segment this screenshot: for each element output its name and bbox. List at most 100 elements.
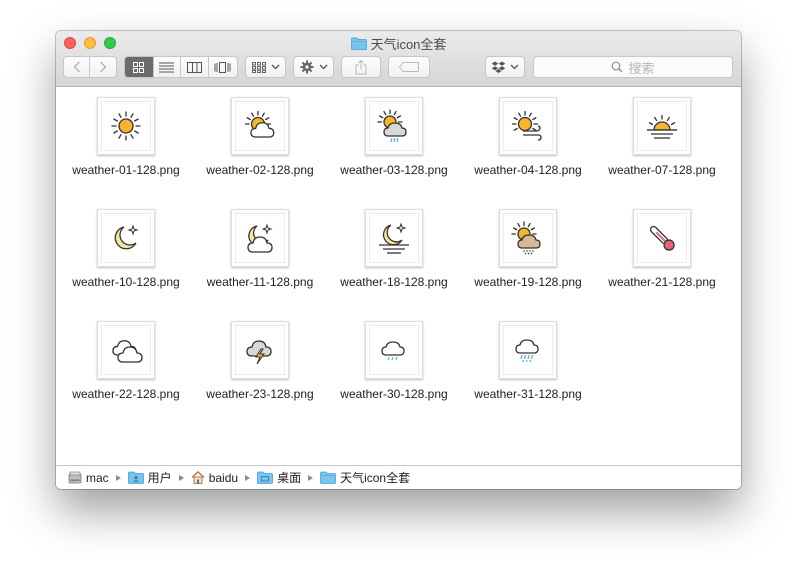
share-icon xyxy=(355,59,367,74)
file-thumbnail[interactable] xyxy=(231,209,289,267)
file-item[interactable]: weather-18-128.png xyxy=(332,209,456,288)
path-item[interactable]: baidu xyxy=(191,471,238,485)
file-thumbnail[interactable] xyxy=(97,97,155,155)
thunderstorm-icon xyxy=(246,340,272,365)
file-item[interactable]: weather-07-128.png xyxy=(600,97,724,176)
thumbnail-frame xyxy=(503,101,553,151)
file-item[interactable]: weather-23-128.png xyxy=(198,321,322,400)
path-item[interactable]: 天气icon全套 xyxy=(320,469,410,486)
nav-buttons xyxy=(63,56,117,78)
sun-cloud-icon xyxy=(244,110,275,138)
gear-icon xyxy=(300,60,313,74)
file-name[interactable]: weather-03-128.png xyxy=(336,164,452,176)
thumbnail-frame xyxy=(101,101,151,151)
file-item[interactable]: weather-11-128.png xyxy=(198,209,322,288)
file-item[interactable]: weather-22-128.png xyxy=(64,321,188,400)
column-view-button[interactable] xyxy=(181,57,209,77)
forward-button[interactable] xyxy=(90,57,116,77)
search-icon xyxy=(612,61,623,73)
file-item[interactable]: weather-01-128.png xyxy=(64,97,188,176)
thumbnail-frame xyxy=(369,325,419,375)
file-item[interactable]: weather-21-128.png xyxy=(600,209,724,288)
file-name[interactable]: weather-04-128.png xyxy=(470,164,586,176)
sun-cloud-snow-icon xyxy=(511,221,541,255)
thumbnail-frame xyxy=(235,325,285,375)
desktop-folder-icon xyxy=(257,471,273,484)
users-folder-icon xyxy=(127,471,144,484)
hard-drive-icon xyxy=(68,471,82,484)
thumbnail-frame xyxy=(637,213,687,263)
chevron-down-icon xyxy=(510,64,519,70)
file-name[interactable]: weather-19-128.png xyxy=(470,276,586,288)
file-name[interactable]: weather-30-128.png xyxy=(336,388,452,400)
file-name[interactable]: weather-01-128.png xyxy=(68,164,184,176)
file-name[interactable]: weather-18-128.png xyxy=(336,276,452,288)
file-name[interactable]: weather-22-128.png xyxy=(68,388,184,400)
file-thumbnail[interactable] xyxy=(231,97,289,155)
share-button[interactable] xyxy=(341,56,381,78)
search-input[interactable]: 搜索 xyxy=(533,56,733,78)
path-item-label: 天气icon全套 xyxy=(340,471,411,485)
clouds-icon xyxy=(112,340,143,363)
moon-cloud-icon xyxy=(247,223,273,253)
icon-grid-icon xyxy=(133,61,145,73)
dropbox-button[interactable] xyxy=(485,56,525,78)
file-name[interactable]: weather-10-128.png xyxy=(68,276,184,288)
sunrise-icon xyxy=(646,114,678,139)
file-name[interactable]: weather-02-128.png xyxy=(202,164,318,176)
file-thumbnail[interactable] xyxy=(97,321,155,379)
chevron-down-icon xyxy=(271,64,279,70)
tag-icon xyxy=(399,62,419,72)
file-item[interactable]: weather-19-128.png xyxy=(466,209,590,288)
thumbnail-frame xyxy=(235,101,285,151)
path-item[interactable]: mac xyxy=(68,471,109,485)
path-item[interactable]: 桌面 xyxy=(257,469,301,486)
icon-view-button[interactable] xyxy=(125,57,154,77)
thumbnail-frame xyxy=(503,325,553,375)
file-thumbnail[interactable] xyxy=(633,97,691,155)
file-thumbnail[interactable] xyxy=(97,209,155,267)
sun-icon xyxy=(111,111,141,141)
file-thumbnail[interactable] xyxy=(633,209,691,267)
columns-icon xyxy=(186,61,202,73)
moon-star-icon xyxy=(114,224,139,250)
file-item[interactable]: weather-30-128.png xyxy=(332,321,456,400)
tags-button[interactable] xyxy=(388,56,430,78)
thumbnail-frame xyxy=(503,213,553,263)
file-thumbnail[interactable] xyxy=(365,209,423,267)
action-button[interactable] xyxy=(293,56,334,78)
window-title: 天气icon全套 xyxy=(56,34,741,53)
file-item[interactable]: weather-03-128.png xyxy=(332,97,456,176)
file-thumbnail[interactable] xyxy=(231,321,289,379)
window-title-text: 天气icon全套 xyxy=(370,37,447,52)
file-item[interactable]: weather-02-128.png xyxy=(198,97,322,176)
coverflow-view-button[interactable] xyxy=(209,57,237,77)
path-separator-icon xyxy=(308,474,314,481)
file-thumbnail[interactable] xyxy=(499,321,557,379)
home-icon xyxy=(191,471,205,484)
file-name[interactable]: weather-31-128.png xyxy=(470,388,586,400)
view-mode-selector xyxy=(124,56,238,78)
file-name[interactable]: weather-07-128.png xyxy=(604,164,720,176)
file-item[interactable]: weather-31-128.png xyxy=(466,321,590,400)
path-item-label: 用户 xyxy=(147,471,172,485)
folder-icon xyxy=(350,37,367,50)
file-thumbnail[interactable] xyxy=(499,209,557,267)
back-button[interactable] xyxy=(64,57,91,77)
title-bar: 天气icon全套 搜索 xyxy=(56,31,741,87)
file-item[interactable]: weather-10-128.png xyxy=(64,209,188,288)
file-thumbnail[interactable] xyxy=(365,97,423,155)
file-name[interactable]: weather-21-128.png xyxy=(604,276,720,288)
file-name[interactable]: weather-23-128.png xyxy=(202,388,318,400)
file-item[interactable]: weather-04-128.png xyxy=(466,97,590,176)
path-separator-icon xyxy=(178,474,184,481)
path-item[interactable]: 用户 xyxy=(127,469,172,486)
path-separator-icon xyxy=(245,474,251,481)
list-view-button[interactable] xyxy=(154,57,182,77)
file-thumbnail[interactable] xyxy=(365,321,423,379)
arrange-button[interactable] xyxy=(245,56,286,78)
cloud-rain-icon xyxy=(515,339,539,363)
file-name[interactable]: weather-11-128.png xyxy=(202,276,318,288)
file-thumbnail[interactable] xyxy=(499,97,557,155)
path-separator-icon xyxy=(115,474,121,481)
